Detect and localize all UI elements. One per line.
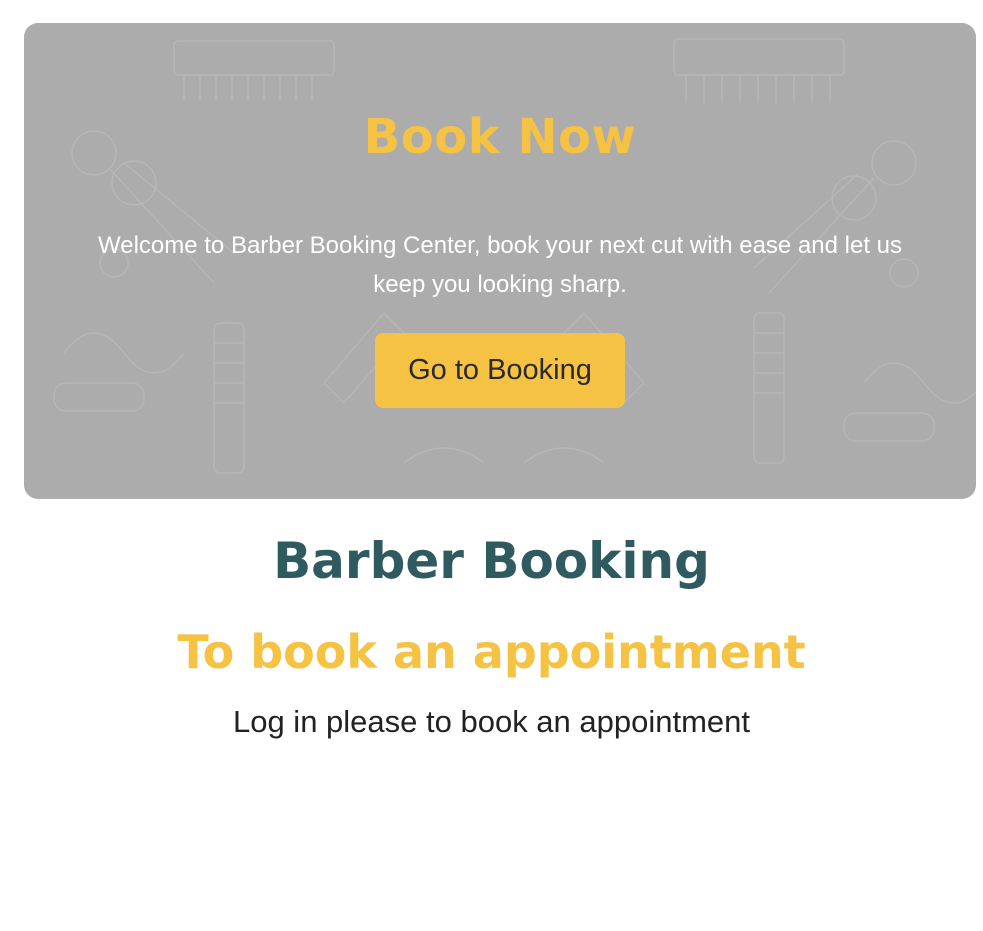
- hero-title: Book Now: [363, 109, 637, 165]
- hero-banner: Book Now Welcome to Barber Booking Cente…: [24, 23, 976, 499]
- section-title: To book an appointment: [177, 625, 806, 679]
- login-note: Log in please to book an appointment: [232, 704, 751, 739]
- go-to-booking-button[interactable]: Go to Booking: [375, 333, 625, 408]
- hero-description: Welcome to Barber Booking Center, book y…: [98, 232, 902, 298]
- brand-title: Barber Booking: [273, 532, 710, 590]
- page: Book Now Welcome to Barber Booking Cente…: [0, 0, 983, 931]
